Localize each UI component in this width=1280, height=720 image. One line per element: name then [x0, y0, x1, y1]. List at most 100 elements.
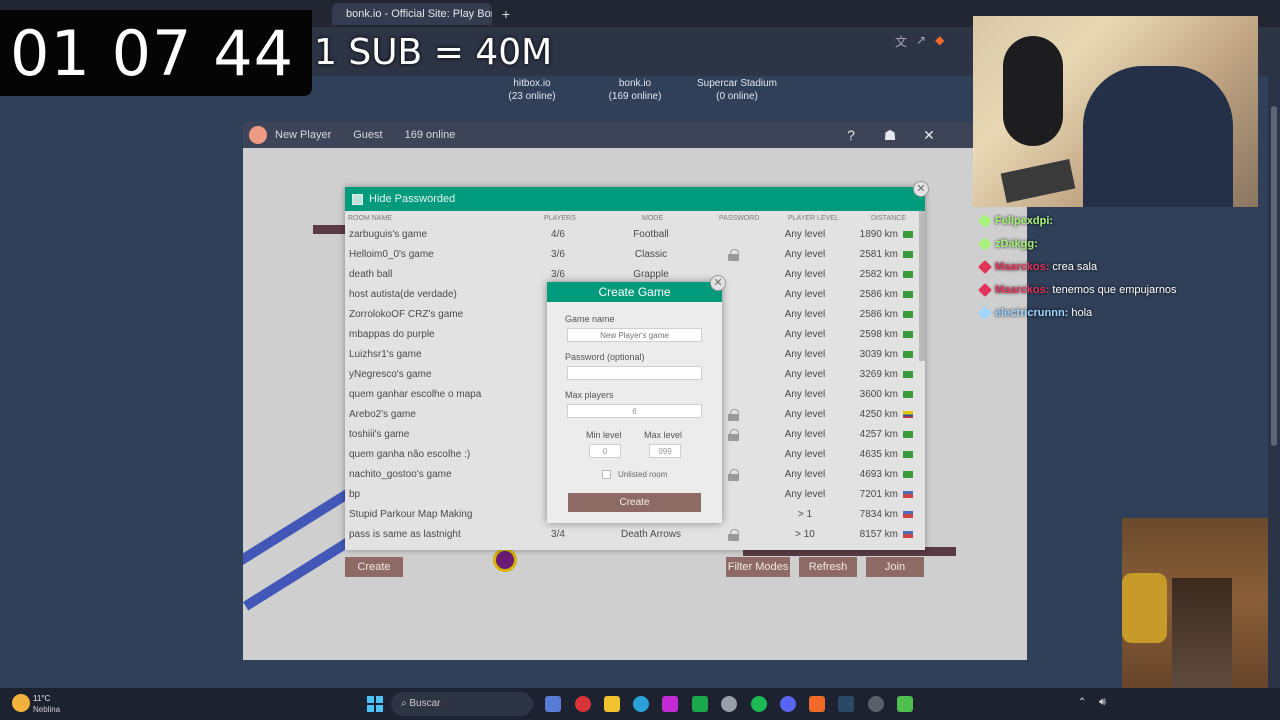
room-list-close-button[interactable]: ✕ — [913, 181, 929, 197]
chat-text: tenemos que empujarnos — [1052, 284, 1177, 296]
server-bonk[interactable]: bonk.io (169 online) — [580, 77, 690, 103]
table-row[interactable]: zarbuguis's game 4/6 Football Any level 1890… — [345, 225, 919, 245]
col-mode[interactable]: MODE — [642, 215, 663, 222]
discord-icon[interactable] — [780, 696, 796, 712]
unlisted-label[interactable]: Unlisted room — [618, 470, 667, 479]
translate-icon[interactable]: 文 — [895, 33, 907, 49]
lock-icon — [728, 409, 739, 421]
chat-username[interactable]: electricrunnn: — [995, 307, 1068, 319]
mute-icon[interactable]: ✕ — [920, 126, 938, 144]
unlisted-checkbox[interactable] — [602, 470, 611, 479]
minecraft-icon[interactable] — [897, 696, 913, 712]
room-level: > 1 — [797, 509, 813, 520]
chat-username[interactable]: Felipexdpi: — [995, 215, 1053, 227]
obs-icon[interactable] — [868, 696, 884, 712]
chat-badge-icon — [978, 214, 992, 228]
steam-icon[interactable] — [838, 696, 854, 712]
country-flag-icon — [903, 331, 913, 338]
col-player-level[interactable]: PLAYER LEVEL — [788, 215, 839, 222]
weather-icon[interactable] — [12, 694, 30, 712]
chat-message: electricrunnn: hola — [978, 306, 1092, 320]
page-scrollbar[interactable] — [1268, 76, 1280, 688]
min-level-label: Min level — [586, 430, 622, 440]
share-icon[interactable]: ↗ — [916, 33, 926, 47]
app-green-icon[interactable] — [692, 696, 708, 712]
room-mode: Death Arrows — [621, 529, 682, 540]
room-list-scrollbar[interactable] — [919, 211, 925, 361]
col-distance[interactable]: DISTANCE — [871, 215, 906, 222]
server-hitbox[interactable]: hitbox.io (23 online) — [477, 77, 587, 103]
brave-shield-icon[interactable]: ◆ — [935, 33, 944, 47]
avatar[interactable] — [249, 126, 267, 144]
min-level-input[interactable] — [589, 444, 621, 458]
password-input[interactable] — [567, 366, 702, 380]
max-level-input[interactable] — [649, 444, 681, 458]
filter-modes-button[interactable]: Filter Modes — [726, 557, 790, 577]
room-name: yNegresco's game — [349, 369, 432, 380]
browser-edge-icon[interactable] — [633, 696, 649, 712]
new-tab-button[interactable]: + — [496, 3, 516, 25]
tab-bonk[interactable]: bonk.io - Official Site: Play Bonk ✕ — [332, 3, 492, 25]
hide-passworded-checkbox[interactable] — [352, 193, 363, 205]
room-distance: 2586 km — [859, 289, 898, 300]
tray-chevron-icon[interactable]: ⌃ — [1078, 697, 1086, 708]
country-flag-icon — [903, 451, 913, 458]
create-game-dialog: Create Game ✕ Game name Password (option… — [547, 275, 726, 523]
chat-message: Felipexdpi: — [978, 214, 1056, 228]
app-purple-icon[interactable] — [662, 696, 678, 712]
room-distance: 4693 km — [859, 469, 898, 480]
room-distance: 2582 km — [859, 269, 898, 280]
country-flag-icon — [903, 431, 913, 438]
stream-chat: Felipexdpi: zDakgg: Maarckos: crea sala Maar… — [970, 210, 1265, 340]
country-flag-icon — [903, 251, 913, 258]
scrollbar-thumb[interactable] — [1271, 106, 1277, 446]
create-game-button[interactable]: Create — [568, 493, 701, 512]
max-level-label: Max level — [644, 430, 683, 440]
brave-icon[interactable] — [809, 696, 825, 712]
chat-username[interactable]: Maarckos: — [995, 261, 1049, 273]
join-button[interactable]: Join — [866, 557, 924, 577]
game-name-input[interactable] — [567, 328, 702, 342]
file-explorer-icon[interactable] — [604, 696, 620, 712]
help-icon[interactable]: ? — [842, 126, 860, 144]
max-players-label: Max players — [565, 390, 614, 400]
country-flag-icon — [903, 371, 913, 378]
app-red-icon[interactable] — [575, 696, 591, 712]
windows-start-icon[interactable] — [367, 696, 383, 712]
room-name: nachito_gostoo's game — [349, 469, 452, 480]
party-icon[interactable]: ☗ — [881, 126, 899, 144]
weather-desc[interactable]: Neblina — [33, 705, 60, 714]
room-distance: 7201 km — [859, 489, 898, 500]
room-distance: 2586 km — [859, 309, 898, 320]
room-level: Any level — [784, 489, 826, 500]
col-players[interactable]: PLAYERS — [544, 215, 576, 222]
lock-icon — [728, 429, 739, 441]
refresh-button[interactable]: Refresh — [799, 557, 857, 577]
task-view-icon[interactable] — [545, 696, 561, 712]
create-game-close-button[interactable]: ✕ — [710, 275, 726, 291]
server-supercar[interactable]: Supercar Stadium (0 online) — [682, 77, 792, 103]
chat-username[interactable]: zDakgg: — [995, 238, 1038, 250]
room-name: zarbuguis's game — [349, 229, 428, 240]
weather-temp[interactable]: 11°C — [33, 694, 50, 703]
create-room-button[interactable]: Create — [345, 557, 403, 577]
table-row[interactable]: pass is same as lastnight 3/4 Death Arrows… — [345, 525, 919, 545]
webcam-overlay — [973, 16, 1258, 207]
max-players-input[interactable] — [567, 404, 702, 418]
col-password[interactable]: PASSWORD — [719, 215, 759, 222]
hide-passworded-label[interactable]: Hide Passworded — [369, 193, 455, 205]
create-game-title: Create Game — [547, 282, 722, 302]
country-flag-icon — [903, 471, 913, 478]
chat-username[interactable]: Maarckos: — [995, 284, 1049, 296]
table-row[interactable]: Helloim0_0's game 3/6 Classic Any level 2581… — [345, 245, 919, 265]
stream-timer: 01 07 44 — [0, 10, 312, 96]
room-name: Luizhsr1's game — [349, 349, 422, 360]
volume-icon[interactable]: 🔊︎ — [1099, 696, 1106, 709]
app-gray-icon[interactable] — [721, 696, 737, 712]
taskbar-search[interactable]: ⌕ Buscar — [391, 692, 533, 716]
room-players: 3/6 — [551, 269, 565, 280]
spotify-icon[interactable] — [751, 696, 767, 712]
windows-taskbar: 11°C Neblina ⌕ Buscar ⌃ 🔊︎ — [0, 688, 1280, 720]
col-room-name[interactable]: ROOM NAME — [348, 215, 392, 222]
room-name: Arebo2's game — [349, 409, 416, 420]
